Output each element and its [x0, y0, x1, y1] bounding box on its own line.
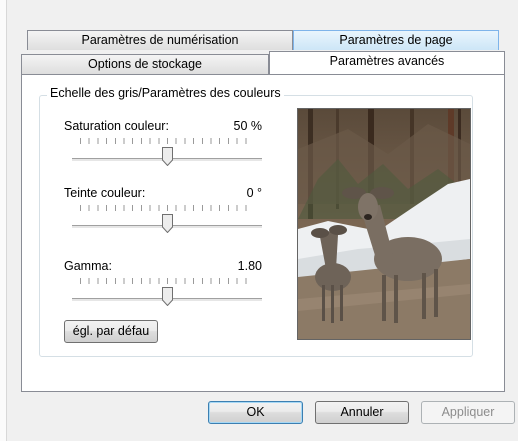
tab-page-settings[interactable]: Paramètres de page: [293, 30, 499, 50]
hue-slider[interactable]: [72, 205, 262, 239]
reset-defaults-button[interactable]: égl. par défau: [64, 320, 158, 343]
slider-ticks: [80, 205, 254, 211]
slider-thumb[interactable]: [162, 147, 173, 166]
slider-thumb[interactable]: [162, 287, 173, 306]
cancel-button[interactable]: Annuler: [315, 401, 409, 424]
saturation-label: Saturation couleur:: [64, 119, 169, 133]
saturation-value: 50 %: [233, 119, 263, 133]
saturation-slider[interactable]: [72, 138, 262, 172]
slider-ticks: [80, 138, 254, 144]
gamma-label: Gamma:: [64, 259, 112, 273]
group-title: Echelle des gris/Paramètres des couleurs: [47, 86, 284, 100]
gamma-slider[interactable]: [72, 278, 262, 312]
hue-value: 0 °: [246, 186, 262, 200]
slider-thumb[interactable]: [162, 214, 173, 233]
ok-button[interactable]: OK: [208, 401, 303, 424]
window-left-edge: [0, 0, 7, 441]
preview-image: [297, 108, 471, 340]
apply-button[interactable]: Appliquer: [421, 401, 515, 424]
hue-label: Teinte couleur:: [64, 186, 146, 200]
tab-storage-options[interactable]: Options de stockage: [21, 54, 269, 74]
tab-advanced-settings[interactable]: Paramètres avancés: [269, 51, 505, 74]
deer-photo-icon: [298, 109, 470, 339]
tab-scan-settings[interactable]: Paramètres de numérisation: [27, 30, 293, 50]
gamma-value: 1.80: [237, 259, 262, 273]
slider-ticks: [80, 278, 254, 284]
